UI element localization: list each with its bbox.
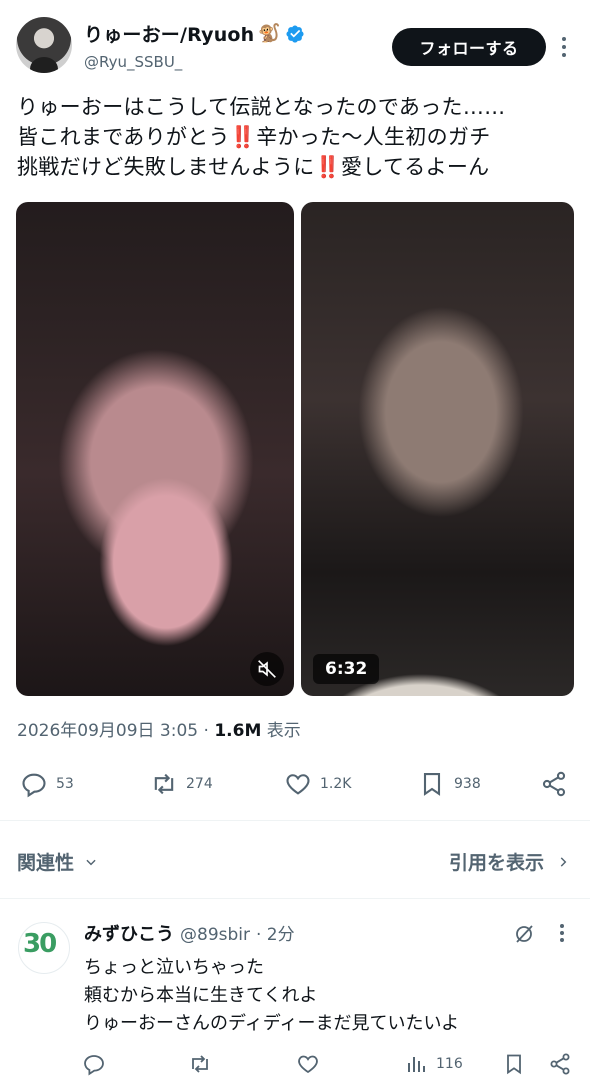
relevance-sort-dropdown[interactable]: 関連性 <box>17 848 98 875</box>
reply-action-bar: 116 <box>0 1050 590 1080</box>
repost-icon <box>192 1055 208 1073</box>
like-button[interactable]: 1.2K <box>284 770 351 798</box>
verified-badge-icon[interactable] <box>285 24 305 44</box>
author-avatar[interactable] <box>16 17 72 73</box>
video-duration-badge: 6:32 <box>313 654 380 684</box>
reply-display-name[interactable]: みずひこう <box>84 920 174 946</box>
tweet-text-line: 挑戦だけど失敗しませんように‼️愛してるよーん <box>17 155 490 179</box>
reply-views-button[interactable]: 116 <box>404 1052 463 1076</box>
views-chart-icon <box>408 1057 425 1072</box>
grok-icon[interactable] <box>512 922 536 946</box>
repost-count: 274 <box>186 776 213 792</box>
tweet-text-line: りゅーおーはこうして伝説となったのであった…… <box>17 95 506 119</box>
reply-text-line: ちょっと泣いちゃった <box>84 957 264 978</box>
share-button[interactable] <box>540 770 568 798</box>
heart-icon <box>298 1055 318 1074</box>
reply-reply-button[interactable] <box>82 1052 106 1076</box>
tweet-action-bar: 53 274 1.2K 938 <box>0 760 590 810</box>
chevron-down-icon <box>86 859 96 865</box>
bookmark-button[interactable]: 938 <box>418 770 481 798</box>
tweet-text-line: 皆これまでありがとう‼️辛かった〜人生初のガチ <box>17 125 491 149</box>
tweet-timestamp[interactable]: 2026年09月09日 3:05 <box>17 721 198 741</box>
related-row: 関連性 引用を表示 <box>0 836 590 886</box>
reply-handle[interactable]: @89sbir <box>180 925 250 945</box>
share-icon <box>550 1053 570 1075</box>
views-label: 表示 <box>266 721 301 741</box>
muted-speaker-icon <box>258 660 276 678</box>
repost-icon <box>154 773 174 795</box>
reply-avatar-logo: 30 <box>23 929 57 959</box>
reply-button[interactable]: 53 <box>20 770 74 798</box>
reply-views-count: 116 <box>436 1056 463 1072</box>
more-options-icon[interactable] <box>555 34 573 60</box>
mute-toggle-button[interactable] <box>250 652 284 686</box>
divider <box>0 820 590 821</box>
repost-button[interactable]: 274 <box>150 770 213 798</box>
view-quotes-link[interactable]: 引用を表示 <box>449 848 570 875</box>
tweet-header: りゅーおー/Ryuoh 🐒 @Ryu_SSBU_ フォローする <box>0 0 590 90</box>
media-grid: 6:32 <box>16 202 574 696</box>
reply-avatar[interactable]: 30 <box>18 922 70 974</box>
reply-repost-button[interactable] <box>188 1052 212 1076</box>
reply-icon <box>84 1055 104 1076</box>
tweet-meta: 2026年09月09日 3:05 · 1.6M 表示 <box>17 716 301 741</box>
reply-text-line: 頼むから本当に生きてくれよ <box>84 985 318 1006</box>
views-count: 1.6M <box>214 721 262 741</box>
bookmark-icon <box>423 773 441 796</box>
author-handle[interactable]: @Ryu_SSBU_ <box>84 53 182 71</box>
reply-time[interactable]: · 2分 <box>256 920 295 945</box>
reply-like-button[interactable] <box>296 1052 320 1076</box>
relevance-label: 関連性 <box>17 852 75 874</box>
author-name-row[interactable]: りゅーおー/Ryuoh 🐒 <box>84 20 305 47</box>
monkey-emoji-icon: 🐒 <box>258 22 281 44</box>
video-thumbnail-2[interactable]: 6:32 <box>301 202 574 696</box>
bookmark-count: 938 <box>454 776 481 792</box>
reply-header: みずひこう @89sbir · 2分 <box>84 920 295 946</box>
divider <box>0 898 590 899</box>
view-quotes-label: 引用を表示 <box>448 852 544 874</box>
meta-separator: · <box>203 721 209 741</box>
reply-bookmark-button[interactable] <box>502 1052 526 1076</box>
chevron-right-icon <box>560 856 567 867</box>
reply-share-button[interactable] <box>548 1052 572 1076</box>
bookmark-icon <box>507 1054 521 1075</box>
reply-icon <box>22 773 46 798</box>
author-display-name[interactable]: りゅーおー/Ryuoh <box>84 20 254 47</box>
reply-tweet[interactable]: 30 みずひこう @89sbir · 2分 ちょっと泣いちゃった 頼むから本当に… <box>0 900 590 1082</box>
reply-text: ちょっと泣いちゃった 頼むから本当に生きてくれよ りゅーおーさんのディディーまだ… <box>84 954 459 1038</box>
tweet-text: りゅーおーはこうして伝説となったのであった…… 皆これまでありがとう‼️辛かった… <box>17 92 577 182</box>
like-count: 1.2K <box>320 776 352 792</box>
reply-count: 53 <box>56 776 74 792</box>
reply-text-line: りゅーおーさんのディディーまだ見ていたいよ <box>84 1013 460 1034</box>
share-icon <box>542 771 566 797</box>
video-thumbnail-1[interactable] <box>16 202 294 696</box>
reply-more-options-icon[interactable] <box>556 922 568 944</box>
heart-icon <box>286 774 310 795</box>
follow-button[interactable]: フォローする <box>392 28 546 66</box>
